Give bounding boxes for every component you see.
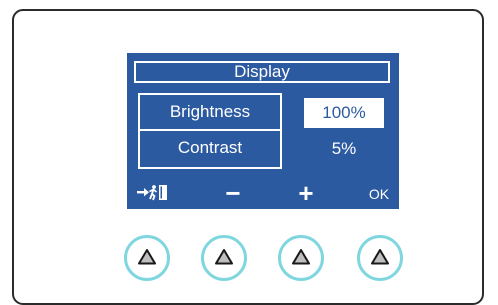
brightness-value: 100%: [304, 98, 384, 128]
triangle-up-icon: [292, 249, 310, 265]
lcd-display: Display Brightness Contrast 100% 5% − + …: [127, 53, 399, 209]
plus-softkey-label: +: [298, 178, 314, 208]
exit-hardware-button[interactable]: [124, 235, 170, 281]
menu-item-brightness[interactable]: Brightness: [140, 95, 280, 131]
screen-title: Display: [134, 61, 390, 83]
menu-item-contrast[interactable]: Contrast: [140, 131, 280, 167]
triangle-up-icon: [215, 249, 233, 265]
menu-list: Brightness Contrast: [138, 93, 282, 169]
softkey-bar: − + OK: [127, 178, 399, 208]
triangle-up-icon: [138, 249, 156, 265]
minus-softkey-label: −: [225, 178, 241, 208]
contrast-value: 5%: [331, 139, 357, 158]
plus-hardware-button[interactable]: [278, 235, 324, 281]
triangle-up-icon: [371, 249, 389, 265]
ok-softkey-label: OK: [368, 186, 390, 202]
ok-hardware-button[interactable]: [357, 235, 403, 281]
control-panel: Display Brightness Contrast 100% 5% − + …: [12, 9, 484, 305]
exit-door-icon: [131, 183, 179, 205]
minus-hardware-button[interactable]: [201, 235, 247, 281]
